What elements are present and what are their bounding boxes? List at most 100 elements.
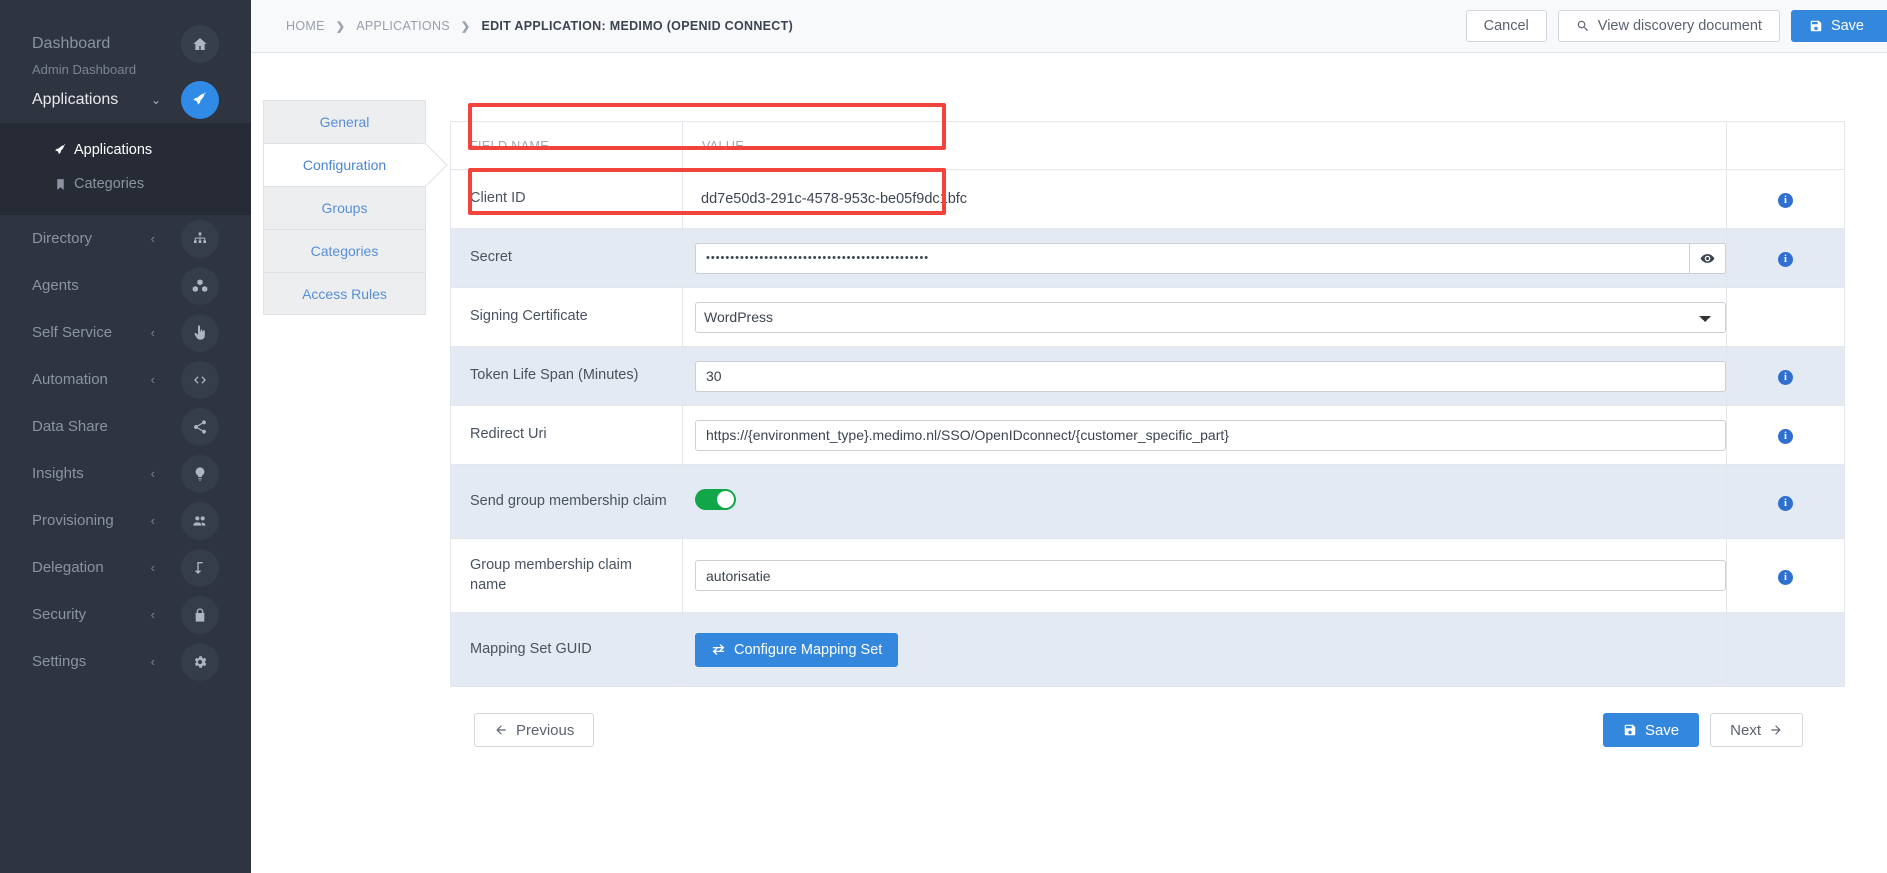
column-header-field-name: FIELD NAME: [450, 121, 683, 170]
sitemap-icon: [181, 219, 219, 258]
sidebar-item-agents[interactable]: Agents: [0, 262, 251, 309]
info-cell-send-group-membership-claim: i: [1726, 464, 1845, 539]
signing-certificate-select[interactable]: WordPress: [695, 301, 1726, 333]
tab-configuration-label: Configuration: [302, 157, 387, 173]
chevron-left-icon: ‹: [150, 654, 155, 669]
sidebar-item-provisioning[interactable]: Provisioning ‹: [0, 497, 251, 544]
tab-configuration[interactable]: Configuration: [263, 143, 427, 186]
save-button-bottom-label: Save: [1644, 721, 1680, 739]
field-label-token-life-span: Token Life Span (Minutes): [450, 346, 683, 406]
chevron-left-icon: ‹: [150, 513, 155, 528]
info-icon[interactable]: i: [1778, 370, 1793, 385]
breadcrumb-home[interactable]: HOME: [286, 19, 325, 33]
sidebar-item-data-share[interactable]: Data Share: [0, 403, 251, 450]
info-icon[interactable]: i: [1778, 193, 1793, 208]
breadcrumb-current: EDIT APPLICATION: MEDIMO (OPENID CONNECT…: [481, 19, 794, 33]
top-bar: HOME ❯ APPLICATIONS ❯ EDIT APPLICATION: …: [251, 0, 1887, 53]
info-icon[interactable]: i: [1778, 429, 1793, 444]
tab-groups[interactable]: Groups: [263, 186, 426, 229]
column-header-value: VALUE: [682, 121, 1727, 170]
save-button-top[interactable]: Save: [1790, 10, 1887, 42]
token-life-span-input[interactable]: [695, 360, 1726, 392]
tab-categories-label: Categories: [310, 243, 379, 259]
sidebar: Dashboard Admin Dashboard Applications ⌄…: [0, 0, 251, 873]
field-value-signing-certificate: WordPress: [682, 287, 1727, 347]
table-row-token-life-span: Token Life Span (Minutes) i: [450, 346, 1845, 406]
save-button-top-label: Save: [1830, 18, 1864, 34]
info-icon[interactable]: i: [1778, 252, 1793, 267]
exchange-icon: [712, 644, 725, 655]
field-value-token-life-span: [682, 346, 1727, 406]
breadcrumb-applications[interactable]: APPLICATIONS: [356, 19, 450, 33]
info-cell-group-membership-claim-name: i: [1726, 538, 1845, 613]
sidebar-item-insights[interactable]: Insights ‹: [0, 450, 251, 497]
tab-general[interactable]: General: [263, 100, 426, 143]
info-icon[interactable]: i: [1778, 569, 1793, 585]
info-icon[interactable]: i: [1778, 495, 1793, 511]
sidebar-item-self-service[interactable]: Self Service ‹: [0, 309, 251, 356]
previous-button[interactable]: Previous: [474, 713, 595, 747]
lightbulb-icon: [181, 454, 219, 493]
sidebar-dashboard-block: Dashboard Admin Dashboard: [0, 0, 251, 77]
field-label-client-id: Client ID: [450, 169, 683, 229]
previous-button-label: Previous: [516, 721, 575, 739]
view-discovery-document-button[interactable]: View discovery document: [1557, 10, 1780, 42]
chevron-left-icon: ‹: [150, 466, 155, 481]
field-value-client-id: dd7e50d3-291c-4578-953c-be05f9dc1bfc: [682, 169, 1727, 229]
field-value-redirect-uri: [682, 405, 1727, 465]
next-button[interactable]: Next: [1710, 713, 1803, 747]
secret-input[interactable]: [695, 242, 1689, 274]
rocket-icon[interactable]: [181, 81, 219, 119]
field-value-mapping-set-guid: Configure Mapping Set: [682, 612, 1727, 687]
tab-categories[interactable]: Categories: [263, 229, 426, 272]
rocket-icon: [55, 143, 66, 154]
home-icon[interactable]: [181, 25, 219, 63]
configuration-table: FIELD NAME VALUE Client ID dd7e50d3-291c…: [450, 121, 1845, 687]
field-label-send-group-membership-claim: Send group membership claim: [450, 464, 683, 539]
wizard-tabs: General Configuration Groups Categories …: [251, 53, 427, 873]
info-cell-token-life-span: i: [1726, 346, 1845, 406]
sidebar-item-settings[interactable]: Settings ‹: [0, 638, 251, 685]
table-body: Client ID dd7e50d3-291c-4578-953c-be05f9…: [450, 169, 1845, 687]
save-icon: [1810, 20, 1822, 32]
tab-groups-label: Groups: [321, 200, 368, 216]
tab-access-rules[interactable]: Access Rules: [263, 272, 426, 315]
send-group-membership-claim-toggle[interactable]: [695, 488, 736, 510]
sidebar-item-applications[interactable]: Applications: [0, 133, 251, 167]
view-discovery-document-label: View discovery document: [1597, 18, 1762, 34]
info-cell-signing-certificate: [1726, 287, 1845, 347]
chevron-left-icon: ‹: [150, 607, 155, 622]
next-button-label: Next: [1730, 721, 1761, 739]
column-header-info: [1726, 121, 1845, 170]
sidebar-item-directory[interactable]: Directory ‹: [0, 215, 251, 262]
field-label-secret: Secret: [450, 228, 683, 288]
redirect-uri-input[interactable]: [695, 419, 1726, 451]
cancel-button[interactable]: Cancel: [1465, 10, 1547, 42]
breadcrumb: HOME ❯ APPLICATIONS ❯ EDIT APPLICATION: …: [286, 19, 793, 33]
field-value-secret: [682, 228, 1727, 288]
group-membership-claim-name-input[interactable]: [695, 560, 1726, 591]
sidebar-item-label: Settings: [32, 653, 87, 670]
sidebar-item-label: Data Share: [32, 418, 108, 435]
show-secret-button[interactable]: [1689, 242, 1726, 274]
sidebar-item-categories[interactable]: Categories: [0, 167, 251, 201]
configure-mapping-set-label: Configure Mapping Set: [734, 641, 883, 658]
configure-mapping-set-button[interactable]: Configure Mapping Set: [695, 632, 899, 667]
share-icon: [181, 407, 219, 446]
info-cell-client-id: i: [1726, 169, 1845, 229]
chevron-left-icon: ‹: [150, 372, 155, 387]
chevron-right-icon: ❯: [460, 20, 471, 33]
chevron-down-icon: ⌄: [150, 93, 161, 107]
sidebar-item-dashboard[interactable]: Dashboard: [0, 22, 251, 66]
field-value-group-membership-claim-name: [682, 538, 1727, 613]
sidebar-item-label: Applications: [74, 142, 153, 158]
table-row-secret: Secret i: [450, 228, 1845, 288]
lock-icon: [181, 595, 219, 634]
chevron-left-icon: ‹: [150, 560, 155, 575]
sidebar-item-security[interactable]: Security ‹: [0, 591, 251, 638]
sidebar-group-applications[interactable]: Applications ⌄: [0, 77, 251, 123]
sidebar-item-delegation[interactable]: Delegation ‹: [0, 544, 251, 591]
save-button-bottom[interactable]: Save: [1602, 713, 1700, 747]
sidebar-dashboard-title: Dashboard: [32, 35, 111, 53]
sidebar-item-automation[interactable]: Automation ‹: [0, 356, 251, 403]
